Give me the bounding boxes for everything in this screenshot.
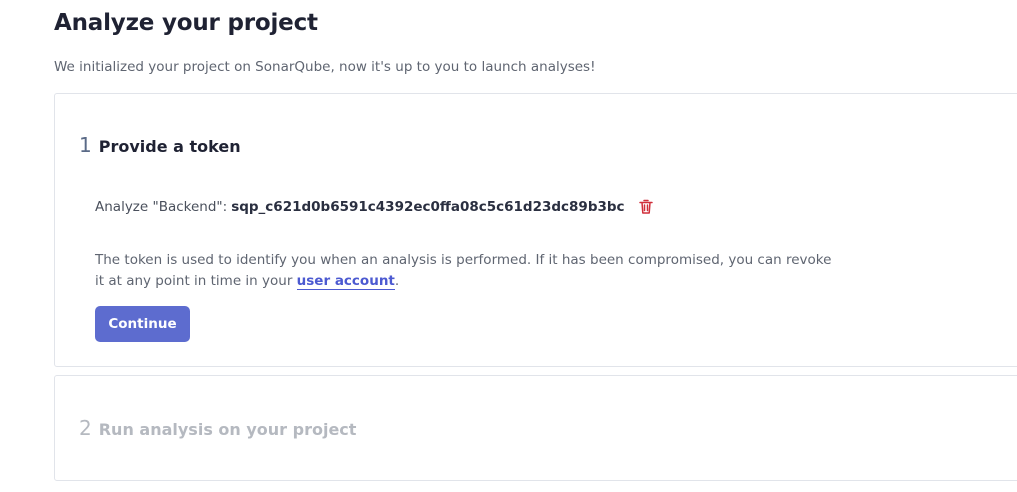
delete-token-button[interactable] — [637, 198, 655, 216]
step-title: Run analysis on your project — [98, 420, 357, 439]
token-info-text: The token is used to identify you when a… — [95, 250, 840, 292]
step-1-header: 1 Provide a token — [79, 133, 241, 157]
token-value: sqp_c621d0b6591c4392ec0ffa08c5c61d23dc89… — [231, 199, 625, 215]
trash-icon — [638, 199, 653, 214]
token-row: Analyze "Backend": sqp_c621d0b6591c4392e… — [95, 198, 655, 216]
user-account-link[interactable]: user account — [296, 273, 395, 290]
step-provide-token-card: 1 Provide a token Analyze "Backend": sqp… — [54, 93, 1017, 367]
step-run-analysis-card[interactable]: 2 Run analysis on your project — [54, 375, 1017, 481]
page-subtitle: We initialized your project on SonarQube… — [54, 59, 596, 75]
step-2-header: 2 Run analysis on your project — [79, 416, 356, 440]
step-number: 2 — [79, 416, 92, 440]
info-text-after: . — [394, 273, 400, 289]
token-label: Analyze "Backend": — [95, 199, 228, 215]
continue-button[interactable]: Continue — [95, 306, 190, 342]
analyze-project-page: Analyze your project We initialized your… — [0, 0, 1017, 492]
page-title: Analyze your project — [54, 10, 318, 36]
step-title: Provide a token — [98, 137, 241, 156]
step-number: 1 — [79, 133, 92, 157]
info-text-before: The token is used to identify you when a… — [95, 252, 832, 289]
